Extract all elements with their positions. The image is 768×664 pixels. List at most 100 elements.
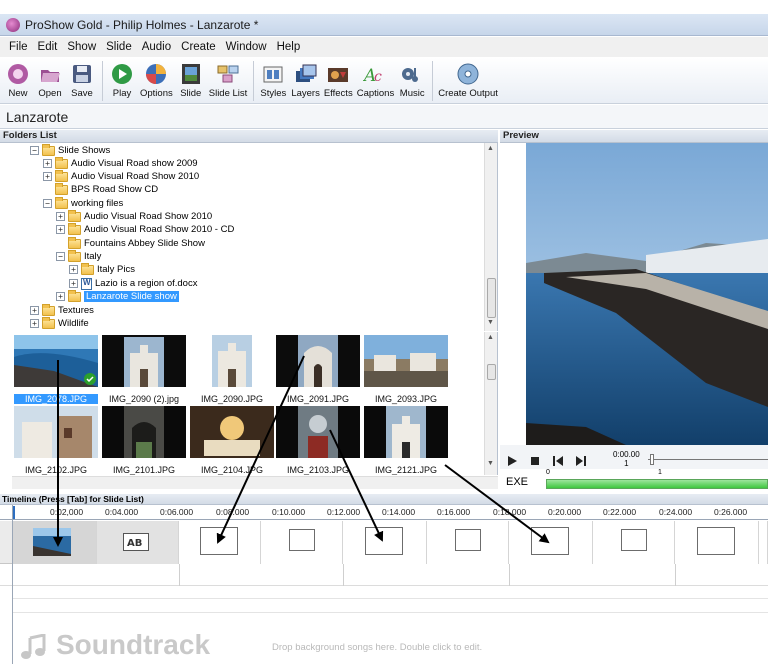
previous-slide-icon[interactable]: [550, 453, 566, 469]
timeline-ruler[interactable]: 0:02,000 0:04.000 0:06.000 0:08.000 0:10…: [0, 505, 768, 520]
church-photo-thumbnail: [276, 335, 360, 387]
show-name[interactable]: Lanzarote: [6, 109, 68, 125]
slide-slot[interactable]: [13, 521, 97, 564]
tree-item[interactable]: Fountains Abbey Slide Show: [68, 236, 205, 250]
tree-item[interactable]: + Audio Visual Road Show 2010: [56, 209, 212, 223]
transition-slot[interactable]: [593, 521, 675, 564]
tree-item[interactable]: + Audio Visual Road Show 2010: [43, 169, 199, 183]
new-button[interactable]: New: [4, 58, 32, 99]
menu-window[interactable]: Window: [221, 41, 272, 53]
menu-show[interactable]: Show: [62, 41, 101, 53]
svg-text:AB: AB: [127, 538, 142, 549]
frame-value: 1: [624, 459, 629, 468]
effects-button[interactable]: Effects: [324, 58, 353, 99]
preview-harbour-image: [526, 143, 768, 445]
tree-item[interactable]: + Audio Visual Road show 2009: [43, 156, 198, 170]
thumbnail-item[interactable]: IMG_2104.JPG: [190, 406, 274, 475]
scroll-down-icon[interactable]: ▼: [487, 460, 494, 467]
file-thumbnails: IMG_2078.JPG IMG_2090 (2).jpg IMG_2090.J…: [0, 332, 498, 475]
thumbnail-item[interactable]: IMG_2090 (2).jpg: [102, 335, 186, 404]
play-button[interactable]: Play: [108, 58, 136, 99]
expander-icon[interactable]: −: [43, 199, 52, 208]
thumbnail-item[interactable]: IMG_2102.JPG: [14, 406, 98, 475]
expander-icon[interactable]: −: [30, 146, 39, 155]
layers-button[interactable]: Layers: [291, 58, 320, 99]
expander-icon[interactable]: +: [69, 265, 78, 274]
thumbnail-item[interactable]: IMG_2090.JPG: [190, 335, 274, 404]
toolbar-separator: [253, 61, 255, 101]
tree-item[interactable]: + Italy Pics: [69, 262, 135, 276]
tree-item-lanzarote[interactable]: + Lanzarote Slide show: [56, 289, 179, 303]
transition-slot[interactable]: [759, 521, 768, 564]
tree-item[interactable]: BPS Road Show CD: [55, 182, 158, 196]
menu-create[interactable]: Create: [176, 41, 221, 53]
thumbnail-item[interactable]: IMG_2101.JPG: [102, 406, 186, 475]
menu-help[interactable]: Help: [272, 41, 306, 53]
thumbnail-item[interactable]: IMG_2093.JPG: [364, 335, 448, 404]
menu-file[interactable]: File: [4, 41, 33, 53]
captions-button[interactable]: Ac Captions: [357, 58, 395, 99]
tree-item-italy[interactable]: − Italy: [56, 249, 101, 263]
exe-label: EXE: [506, 476, 529, 488]
open-button[interactable]: Open: [36, 58, 64, 99]
expander-icon[interactable]: +: [69, 279, 78, 288]
thumbnail-label: IMG_2104.JPG: [200, 465, 264, 475]
expander-icon[interactable]: +: [56, 225, 65, 234]
thumbnail-label: IMG_2090.JPG: [200, 394, 264, 404]
thumbnail-item[interactable]: IMG_2103.JPG: [276, 406, 360, 475]
menu-slide[interactable]: Slide: [101, 41, 137, 53]
play-icon[interactable]: [504, 453, 520, 469]
styles-button[interactable]: Styles: [259, 58, 287, 99]
expander-icon[interactable]: +: [56, 292, 65, 301]
thumbnail-item[interactable]: IMG_2121.JPG: [364, 406, 448, 475]
expander-icon[interactable]: +: [30, 319, 39, 328]
soundtrack-area[interactable]: Soundtrack Drop background songs here. D…: [12, 626, 768, 664]
scroll-up-icon[interactable]: ▲: [487, 145, 494, 152]
scroll-thumb[interactable]: [487, 364, 496, 380]
slide-slot[interactable]: [343, 521, 427, 564]
row-divider: [675, 564, 676, 586]
tree-item[interactable]: + Wildlife: [30, 316, 89, 330]
create-output-button[interactable]: Create Output: [438, 58, 498, 99]
slide-list-button[interactable]: Slide List: [209, 58, 247, 99]
folder-icon: [81, 262, 94, 275]
menu-audio[interactable]: Audio: [137, 41, 176, 53]
transition-slot[interactable]: [427, 521, 509, 564]
next-slide-icon[interactable]: [573, 453, 589, 469]
folder-icon: [55, 156, 68, 169]
tree-item[interactable]: + Textures: [30, 303, 94, 317]
slide-slot[interactable]: [675, 521, 759, 564]
expander-icon[interactable]: +: [43, 159, 52, 168]
thumbnail-item[interactable]: IMG_2091.JPG: [276, 335, 360, 404]
slide-slot[interactable]: [179, 521, 261, 564]
transition-slot[interactable]: [261, 521, 343, 564]
thumbnail-item[interactable]: IMG_2078.JPG: [14, 335, 98, 404]
scroll-down-icon[interactable]: ▼: [487, 319, 494, 326]
expander-icon[interactable]: −: [56, 252, 65, 261]
thumbnails-scrollbar[interactable]: ▲ ▼: [484, 332, 497, 475]
expander-icon[interactable]: +: [30, 306, 39, 315]
expander-icon[interactable]: +: [43, 172, 52, 181]
stop-icon[interactable]: [527, 453, 543, 469]
folders-list-header: Folders List: [0, 130, 498, 143]
save-button[interactable]: Save: [68, 58, 96, 99]
tree-item[interactable]: + Audio Visual Road Show 2010 - CD: [56, 222, 234, 236]
play-icon: [108, 61, 136, 87]
scroll-thumb[interactable]: [487, 278, 496, 318]
preview-scrub-track[interactable]: [648, 459, 768, 460]
expander-icon[interactable]: +: [56, 212, 65, 221]
thumbnails-horizontal-scrollbar[interactable]: [12, 476, 498, 489]
menu-edit[interactable]: Edit: [33, 41, 63, 53]
folders-scrollbar[interactable]: ▲ ▼: [484, 143, 497, 331]
slide-slot[interactable]: [509, 521, 593, 564]
transition-slot[interactable]: AB: [97, 521, 179, 564]
tree-item-working-files[interactable]: − working files: [43, 196, 123, 210]
timeline-empty-area: [0, 586, 768, 626]
tree-item-slide-shows[interactable]: − Slide Shows: [30, 143, 110, 157]
preview-scrub-handle[interactable]: [650, 454, 654, 465]
options-button[interactable]: Options: [140, 58, 173, 99]
tree-item[interactable]: +Lazio is a region of.docx: [69, 277, 197, 290]
slide-button[interactable]: Slide: [177, 58, 205, 99]
scroll-up-icon[interactable]: ▲: [487, 334, 494, 341]
music-button[interactable]: Music: [398, 58, 426, 99]
